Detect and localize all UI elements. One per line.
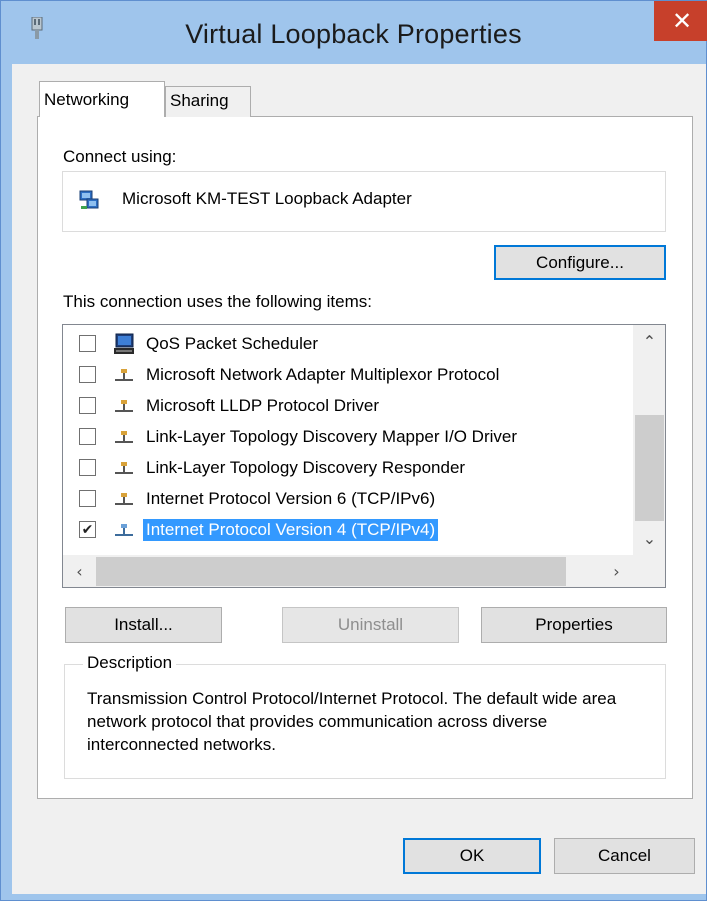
scroll-up-icon[interactable]: ⌃ [633, 325, 665, 358]
network-protocol-icon [115, 431, 133, 443]
scrollbar-corner [633, 555, 665, 587]
vertical-scrollbar[interactable]: ⌃ ⌄ [633, 325, 665, 555]
list-item-selected[interactable]: ✔ Internet Protocol Version 4 (TCP/IPv4) [63, 515, 633, 546]
description-legend: Description [83, 653, 177, 673]
item-checkbox[interactable] [79, 490, 96, 507]
dialog-window: Virtual Loopback Properties ✕ Networking… [0, 0, 707, 901]
adapter-name: Microsoft KM-TEST Loopback Adapter [122, 189, 412, 208]
list-item[interactable]: Link-Layer Topology Discovery Responder [63, 453, 633, 484]
window-title: Virtual Loopback Properties [185, 19, 522, 49]
item-checkbox[interactable] [79, 335, 96, 352]
tab-sharing[interactable]: Sharing [165, 86, 251, 117]
title-bar[interactable]: Virtual Loopback Properties ✕ [1, 1, 707, 69]
tab-networking[interactable]: Networking [39, 81, 165, 117]
adapter-display: Microsoft KM-TEST Loopback Adapter [62, 171, 666, 232]
scroll-right-icon[interactable]: › [600, 555, 633, 587]
item-label: QoS Packet Scheduler [146, 334, 318, 353]
network-protocol-icon [115, 369, 133, 381]
network-protocol-icon [115, 400, 133, 412]
item-label: Microsoft Network Adapter Multiplexor Pr… [146, 365, 500, 384]
configure-button[interactable]: Configure... [494, 245, 666, 280]
description-group: Description Transmission Control Protoco… [64, 653, 666, 779]
item-checkbox[interactable] [79, 397, 96, 414]
vertical-scroll-thumb[interactable] [635, 415, 664, 521]
horizontal-scroll-thumb[interactable] [96, 557, 566, 586]
network-protocol-icon [115, 524, 133, 536]
item-label: Internet Protocol Version 6 (TCP/IPv6) [146, 489, 436, 508]
adapter-icon [79, 190, 99, 209]
item-checkbox[interactable] [79, 459, 96, 476]
list-item[interactable]: Microsoft LLDP Protocol Driver [63, 391, 633, 422]
scroll-left-icon[interactable]: ‹ [63, 555, 96, 587]
properties-button[interactable]: Properties [481, 607, 667, 643]
list-item[interactable]: QoS Packet Scheduler [63, 329, 633, 360]
install-button[interactable]: Install... [65, 607, 222, 643]
scroll-down-icon[interactable]: ⌄ [633, 522, 665, 555]
item-label: Link-Layer Topology Discovery Mapper I/O… [146, 427, 517, 446]
item-label: Internet Protocol Version 4 (TCP/IPv4) [143, 519, 439, 541]
cancel-button[interactable]: Cancel [554, 838, 695, 874]
items-list[interactable]: QoS Packet Scheduler Microsoft Network A… [62, 324, 666, 588]
close-button[interactable]: ✕ [654, 1, 707, 41]
list-item[interactable]: Microsoft Network Adapter Multiplexor Pr… [63, 360, 633, 391]
items-label: This connection uses the following items… [63, 292, 372, 311]
list-item[interactable]: Internet Protocol Version 6 (TCP/IPv6) [63, 484, 633, 515]
connect-using-label: Connect using: [63, 147, 177, 166]
ok-button[interactable]: OK [403, 838, 541, 874]
item-checkbox[interactable] [79, 428, 96, 445]
item-label: Link-Layer Topology Discovery Responder [146, 458, 466, 477]
item-checkbox[interactable] [79, 366, 96, 383]
item-label: Microsoft LLDP Protocol Driver [146, 396, 380, 415]
list-item[interactable]: Link-Layer Topology Discovery Mapper I/O… [63, 422, 633, 453]
network-protocol-icon [115, 493, 133, 505]
network-protocol-icon [115, 462, 133, 474]
uninstall-button[interactable]: Uninstall [282, 607, 459, 643]
item-checkbox-checked[interactable]: ✔ [79, 521, 96, 538]
dialog-client-area: Networking Sharing Connect using: Micros… [12, 64, 706, 894]
qos-computer-icon [114, 333, 134, 354]
horizontal-scrollbar[interactable]: ‹ › [63, 555, 633, 587]
description-text: Transmission Control Protocol/Internet P… [87, 689, 617, 754]
